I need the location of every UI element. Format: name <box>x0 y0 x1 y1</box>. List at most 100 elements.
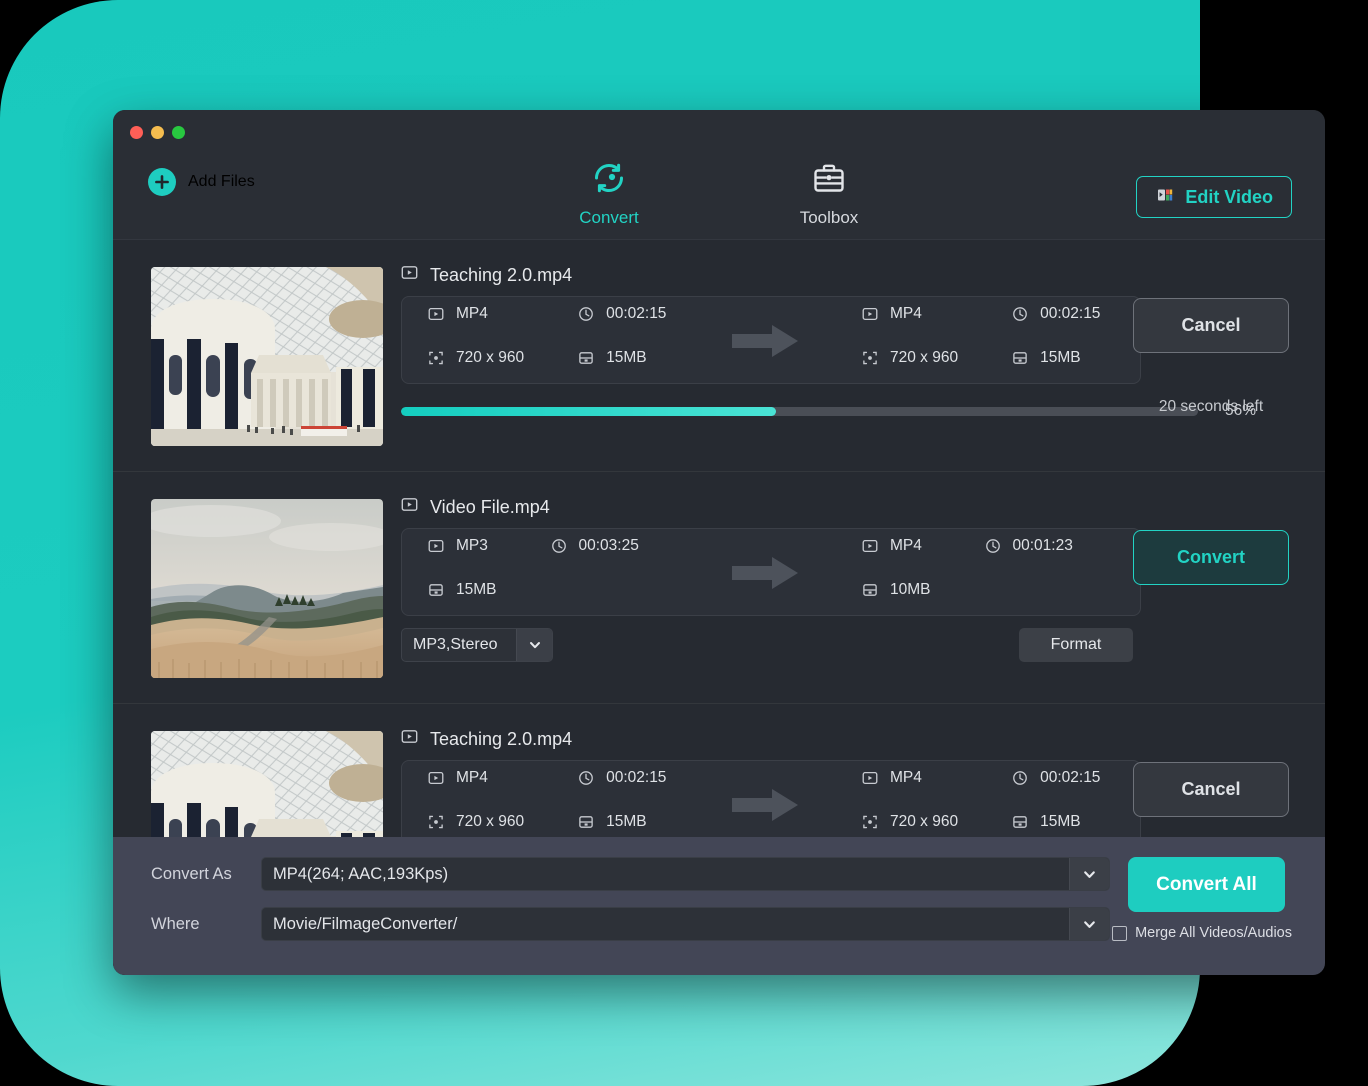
target-size-text: 10MB <box>890 581 931 598</box>
arrow-right-icon <box>732 553 802 593</box>
source-duration: 00:02:15 <box>578 297 666 331</box>
tab-convert[interactable]: Convert <box>549 160 669 228</box>
toolbox-briefcase-icon <box>811 160 847 201</box>
source-format: MP4 <box>428 297 524 331</box>
target-size: 15MB <box>1012 805 1100 839</box>
tab-toolbox-label: Toolbox <box>799 208 859 227</box>
where-select[interactable]: Movie/FilmageConverter/ <box>261 907 1110 941</box>
chevron-down-icon <box>516 629 552 661</box>
merge-all-label: Merge All Videos/Audios <box>1135 925 1292 941</box>
target-format: MP4 <box>862 529 931 563</box>
source-size: 15MB <box>428 573 497 607</box>
convert-as-label: Convert As <box>151 864 232 883</box>
british-museum-thumbnail <box>151 267 383 446</box>
file-name: Video File.mp4 <box>401 496 550 518</box>
source-size: 15MB <box>578 805 666 839</box>
cancel-button[interactable]: Cancel <box>1133 762 1289 817</box>
target-size: 10MB <box>862 573 931 607</box>
audio-preset-select[interactable]: MP3,Stereo <box>401 628 553 662</box>
cancel-button[interactable]: Cancel <box>1133 298 1289 353</box>
progress-fill <box>401 406 776 416</box>
target-duration: 00:01:23 <box>985 529 1073 563</box>
source-resolution: 720 x 960 <box>428 805 524 839</box>
cancel-button-label: Cancel <box>1181 315 1241 335</box>
minimize-button[interactable] <box>151 125 164 139</box>
video-file-icon <box>401 496 418 518</box>
convert-as-select[interactable]: MP4(264; AAC,193Kps) <box>261 857 1110 891</box>
chevron-down-icon <box>1069 908 1109 940</box>
file-info-box: MP4 00:02:15 720 x 960 15MB MP4 00:02:15… <box>401 296 1141 384</box>
source-resolution-text: 720 x 960 <box>456 349 525 366</box>
source-size-text: 15MB <box>456 581 497 598</box>
arrow-right-icon <box>732 785 802 825</box>
file-thumbnail[interactable] <box>151 267 383 446</box>
format-button[interactable]: Format <box>1019 628 1133 662</box>
video-file-icon <box>401 728 418 750</box>
target-duration-text: 00:01:23 <box>1012 537 1073 554</box>
maximize-button[interactable] <box>172 125 185 139</box>
title-bar <box>113 110 1325 154</box>
checkbox-icon[interactable] <box>1112 925 1128 941</box>
file-row: Video File.mp4 MP3 00:03:25 15MB MP4 00:… <box>113 472 1325 704</box>
source-format-text: MP4 <box>456 769 488 786</box>
convert-as-value: MP4(264; AAC,193Kps) <box>273 864 449 883</box>
audio-preset-value: MP3,Stereo <box>413 636 498 653</box>
target-format-text: MP4 <box>890 769 922 786</box>
toolbar: Add Files Convert Toolbox Edit Video <box>113 154 1325 240</box>
close-button[interactable] <box>130 125 143 139</box>
target-info: MP4 00:02:15 720 x 960 15MB <box>862 297 1100 385</box>
target-format-text: MP4 <box>890 537 922 554</box>
file-row: Teaching 2.0.mp4 MP4 00:02:15 720 x 960 … <box>113 240 1325 472</box>
source-size: 15MB <box>578 341 666 375</box>
target-size: 15MB <box>1012 341 1100 375</box>
file-info-box: MP3 00:03:25 15MB MP4 00:01:23 10MB <box>401 528 1141 616</box>
target-info: MP4 00:02:15 720 x 960 15MB <box>862 761 1100 849</box>
convert-refresh-icon <box>591 160 627 201</box>
cancel-button-label: Cancel <box>1181 779 1241 799</box>
where-label: Where <box>151 914 200 933</box>
format-controls: MP3,Stereo Format <box>401 628 1289 664</box>
convert-all-button[interactable]: Convert All <box>1128 857 1285 912</box>
target-resolution-text: 720 x 960 <box>890 813 959 830</box>
video-file-icon <box>401 264 418 286</box>
where-row: Where Movie/FilmageConverter/ <box>151 907 1110 941</box>
target-resolution-text: 720 x 960 <box>890 349 959 366</box>
source-size-text: 15MB <box>606 813 647 830</box>
convert-button-label: Convert <box>1176 547 1245 567</box>
target-format: MP4 <box>862 297 958 331</box>
source-info: MP4 00:02:15 720 x 960 15MB <box>428 297 666 385</box>
target-format-text: MP4 <box>890 305 922 322</box>
tab-toolbox[interactable]: Toolbox <box>769 160 889 228</box>
tab-convert-label: Convert <box>579 208 639 227</box>
source-format-text: MP4 <box>456 305 488 322</box>
target-duration: 00:02:15 <box>1012 297 1100 331</box>
source-duration: 00:03:25 <box>551 529 639 563</box>
source-resolution-text: 720 x 960 <box>456 813 525 830</box>
edit-video-label: Edit Video <box>1185 186 1273 207</box>
landscape-thumbnail <box>151 499 383 678</box>
target-info: MP4 00:01:23 10MB <box>862 529 1073 617</box>
progress-track <box>401 406 1198 416</box>
target-duration: 00:02:15 <box>1012 761 1100 795</box>
target-resolution: 720 x 960 <box>862 341 958 375</box>
edit-video-button[interactable]: Edit Video <box>1136 176 1292 218</box>
source-duration-text: 00:03:25 <box>578 537 639 554</box>
file-name-text: Video File.mp4 <box>430 496 550 517</box>
file-thumbnail[interactable] <box>151 499 383 678</box>
merge-all-checkbox[interactable]: Merge All Videos/Audios <box>1112 925 1292 941</box>
convert-all-label: Convert All <box>1156 873 1257 895</box>
chevron-down-icon <box>1069 858 1109 890</box>
app-window: Add Files Convert Toolbox Edit Video Tea… <box>113 110 1325 975</box>
target-size-text: 15MB <box>1040 813 1081 830</box>
source-info: MP4 00:02:15 720 x 960 15MB <box>428 761 666 849</box>
teal-backdrop-corner-fill <box>1080 0 1200 120</box>
target-resolution: 720 x 960 <box>862 805 958 839</box>
target-size-text: 15MB <box>1040 349 1081 366</box>
file-name-text: Teaching 2.0.mp4 <box>430 728 573 749</box>
conversion-progress: 56% <box>401 402 1256 420</box>
source-info: MP3 00:03:25 15MB <box>428 529 639 617</box>
source-format-text: MP3 <box>456 537 488 554</box>
edit-video-icon <box>1155 185 1175 210</box>
source-format: MP4 <box>428 761 524 795</box>
convert-button[interactable]: Convert <box>1133 530 1289 585</box>
